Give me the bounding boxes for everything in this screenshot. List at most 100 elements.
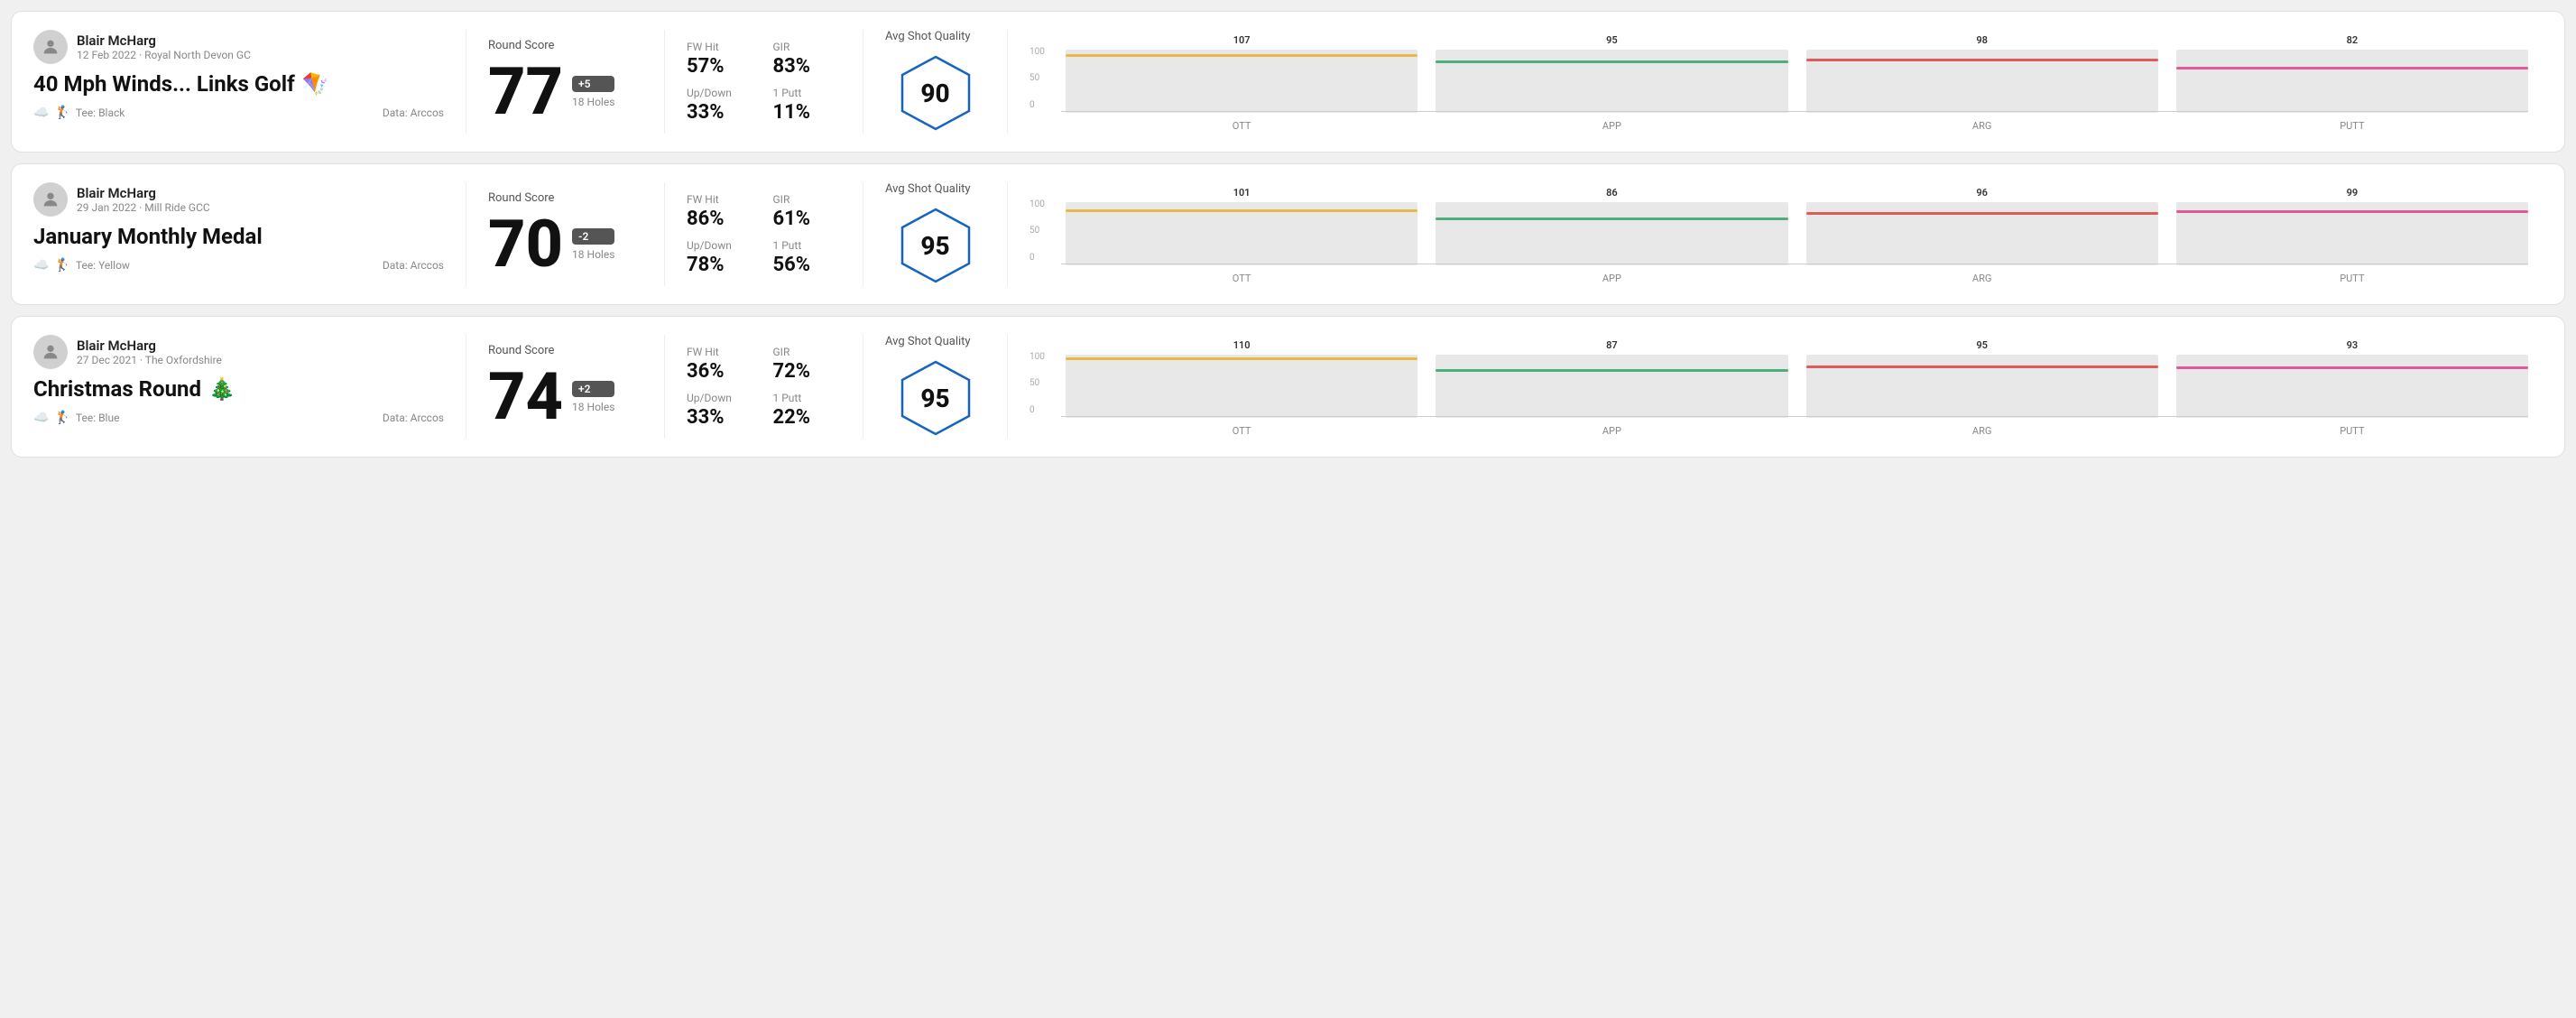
- person-icon: [41, 37, 60, 57]
- bar-label: ARG: [1972, 120, 1991, 132]
- big-score: 77: [488, 60, 563, 125]
- quality-section: Avg Shot Quality 95: [863, 335, 1008, 439]
- fw-hit-value: 57%: [687, 55, 755, 78]
- up-down-value: 78%: [687, 254, 755, 276]
- chart-column-arg: 95 ARG: [1806, 339, 2158, 437]
- chart-column-app: 87 APP: [1436, 339, 1787, 437]
- user-info: Blair McHarg 29 Jan 2022 · Mill Ride GCC: [77, 185, 210, 214]
- bar-value-app: 86: [1606, 187, 1618, 199]
- up-down-label: Up/Down: [687, 392, 755, 404]
- tee-info: ☁️ 🏌 Tee: Black: [33, 106, 125, 120]
- user-row: Blair McHarg 12 Feb 2022 · Royal North D…: [33, 30, 444, 64]
- bar-line: [1806, 59, 2158, 61]
- bar-line: [1436, 217, 1787, 220]
- quality-score: 90: [920, 79, 949, 108]
- round-score-label: Round Score: [488, 344, 642, 357]
- bar-bg: [1436, 50, 1787, 113]
- hexagon: 95: [895, 205, 976, 286]
- bar-line: [1066, 209, 1417, 212]
- bar-wrapper: [2176, 50, 2528, 113]
- bar-label: ARG: [1972, 425, 1991, 437]
- chart-column-putt: 93 PUTT: [2176, 339, 2528, 437]
- chart-section: 100 50 0 107 OTT 95 APP: [1008, 30, 2543, 134]
- y-bottom: 0: [1029, 253, 1045, 263]
- bar-label: PUTT: [2340, 273, 2364, 284]
- gir-stat: GIR 72%: [773, 346, 842, 383]
- one-putt-value: 22%: [773, 406, 842, 429]
- gir-value: 72%: [773, 360, 842, 383]
- one-putt-label: 1 Putt: [773, 239, 842, 252]
- title-emoji: 🪁: [302, 71, 329, 97]
- up-down-stat: Up/Down 33%: [687, 392, 755, 429]
- bar-value-putt: 82: [2347, 34, 2359, 46]
- up-down-value: 33%: [687, 101, 755, 124]
- one-putt-stat: 1 Putt 56%: [773, 239, 842, 276]
- tee-label: Tee: Black: [76, 106, 125, 119]
- quality-label: Avg Shot Quality: [885, 182, 971, 196]
- bar-value-ott: 110: [1233, 339, 1251, 351]
- gir-stat: GIR 61%: [773, 193, 842, 230]
- round-title: January Monthly Medal: [33, 224, 444, 249]
- bar-label: APP: [1602, 120, 1621, 132]
- y-bottom: 0: [1029, 100, 1045, 110]
- y-bottom: 0: [1029, 405, 1045, 415]
- data-source: Data: Arccos: [383, 106, 444, 119]
- user-info: Blair McHarg 27 Dec 2021 · The Oxfordshi…: [77, 338, 222, 366]
- score-diff-badge: -2: [572, 228, 614, 245]
- bottom-row: ☁️ 🏌 Tee: Black Data: Arccos: [33, 106, 444, 120]
- big-score: 70: [488, 212, 563, 277]
- big-score: 74: [488, 365, 563, 430]
- chart-column-app: 86 APP: [1436, 187, 1787, 284]
- up-down-value: 33%: [687, 406, 755, 429]
- bar-bg: [1806, 355, 2158, 418]
- bar-bg: [1066, 50, 1417, 113]
- chart-wrapper: 100 50 0 101 OTT 86 APP: [1029, 185, 2528, 284]
- chart-section: 100 50 0 101 OTT 86 APP: [1008, 182, 2543, 286]
- one-putt-label: 1 Putt: [773, 392, 842, 404]
- y-axis-labels: 100 50 0: [1029, 352, 1045, 415]
- bar-wrapper: [1436, 202, 1787, 265]
- bar-line: [1066, 357, 1417, 360]
- bar-label: ARG: [1972, 273, 1991, 284]
- bar-value-ott: 101: [1233, 187, 1251, 199]
- bar-line: [1806, 366, 2158, 368]
- bottom-row: ☁️ 🏌 Tee: Blue Data: Arccos: [33, 411, 444, 425]
- bag-icon: 🏌: [54, 411, 69, 425]
- chart-column-app: 95 APP: [1436, 34, 1787, 132]
- bar-wrapper: [1066, 355, 1417, 418]
- bar-chart: 101 OTT 86 APP 96: [1066, 185, 2528, 284]
- weather-icon: ☁️: [33, 106, 49, 120]
- bag-icon: 🏌: [54, 106, 69, 120]
- score-details: +2 18 Holes: [572, 381, 614, 413]
- y-axis-labels: 100 50 0: [1029, 47, 1045, 110]
- chart-section: 100 50 0 110 OTT 87 APP: [1008, 335, 2543, 439]
- bar-line: [1436, 369, 1787, 372]
- score-row: 70 -2 18 Holes: [488, 212, 642, 277]
- title-emoji: 🎄: [208, 376, 235, 402]
- chart-wrapper: 100 50 0 110 OTT 87 APP: [1029, 338, 2528, 437]
- one-putt-stat: 1 Putt 22%: [773, 392, 842, 429]
- bar-value-app: 87: [1606, 339, 1618, 351]
- bar-line: [1806, 212, 2158, 215]
- bar-line: [1066, 54, 1417, 57]
- score-details: -2 18 Holes: [572, 228, 614, 261]
- user-name: Blair McHarg: [77, 185, 210, 201]
- round-score-label: Round Score: [488, 191, 642, 205]
- hexagon-container: 95: [895, 357, 976, 439]
- hexagon: 95: [895, 357, 976, 439]
- tee-info: ☁️ 🏌 Tee: Blue: [33, 411, 119, 425]
- score-row: 74 +2 18 Holes: [488, 365, 642, 430]
- bar-label: OTT: [1233, 120, 1251, 132]
- up-down-label: Up/Down: [687, 87, 755, 99]
- user-meta: 27 Dec 2021 · The Oxfordshire: [77, 354, 222, 366]
- person-icon: [41, 342, 60, 362]
- bar-value-putt: 99: [2347, 187, 2359, 199]
- gir-label: GIR: [773, 41, 842, 53]
- holes-label: 18 Holes: [572, 248, 614, 261]
- chart-column-putt: 99 PUTT: [2176, 187, 2528, 284]
- bar-wrapper: [1806, 355, 2158, 418]
- bar-line: [2176, 366, 2528, 369]
- avatar: [33, 182, 68, 217]
- chart-column-arg: 98 ARG: [1806, 34, 2158, 132]
- score-diff-badge: +2: [572, 381, 614, 397]
